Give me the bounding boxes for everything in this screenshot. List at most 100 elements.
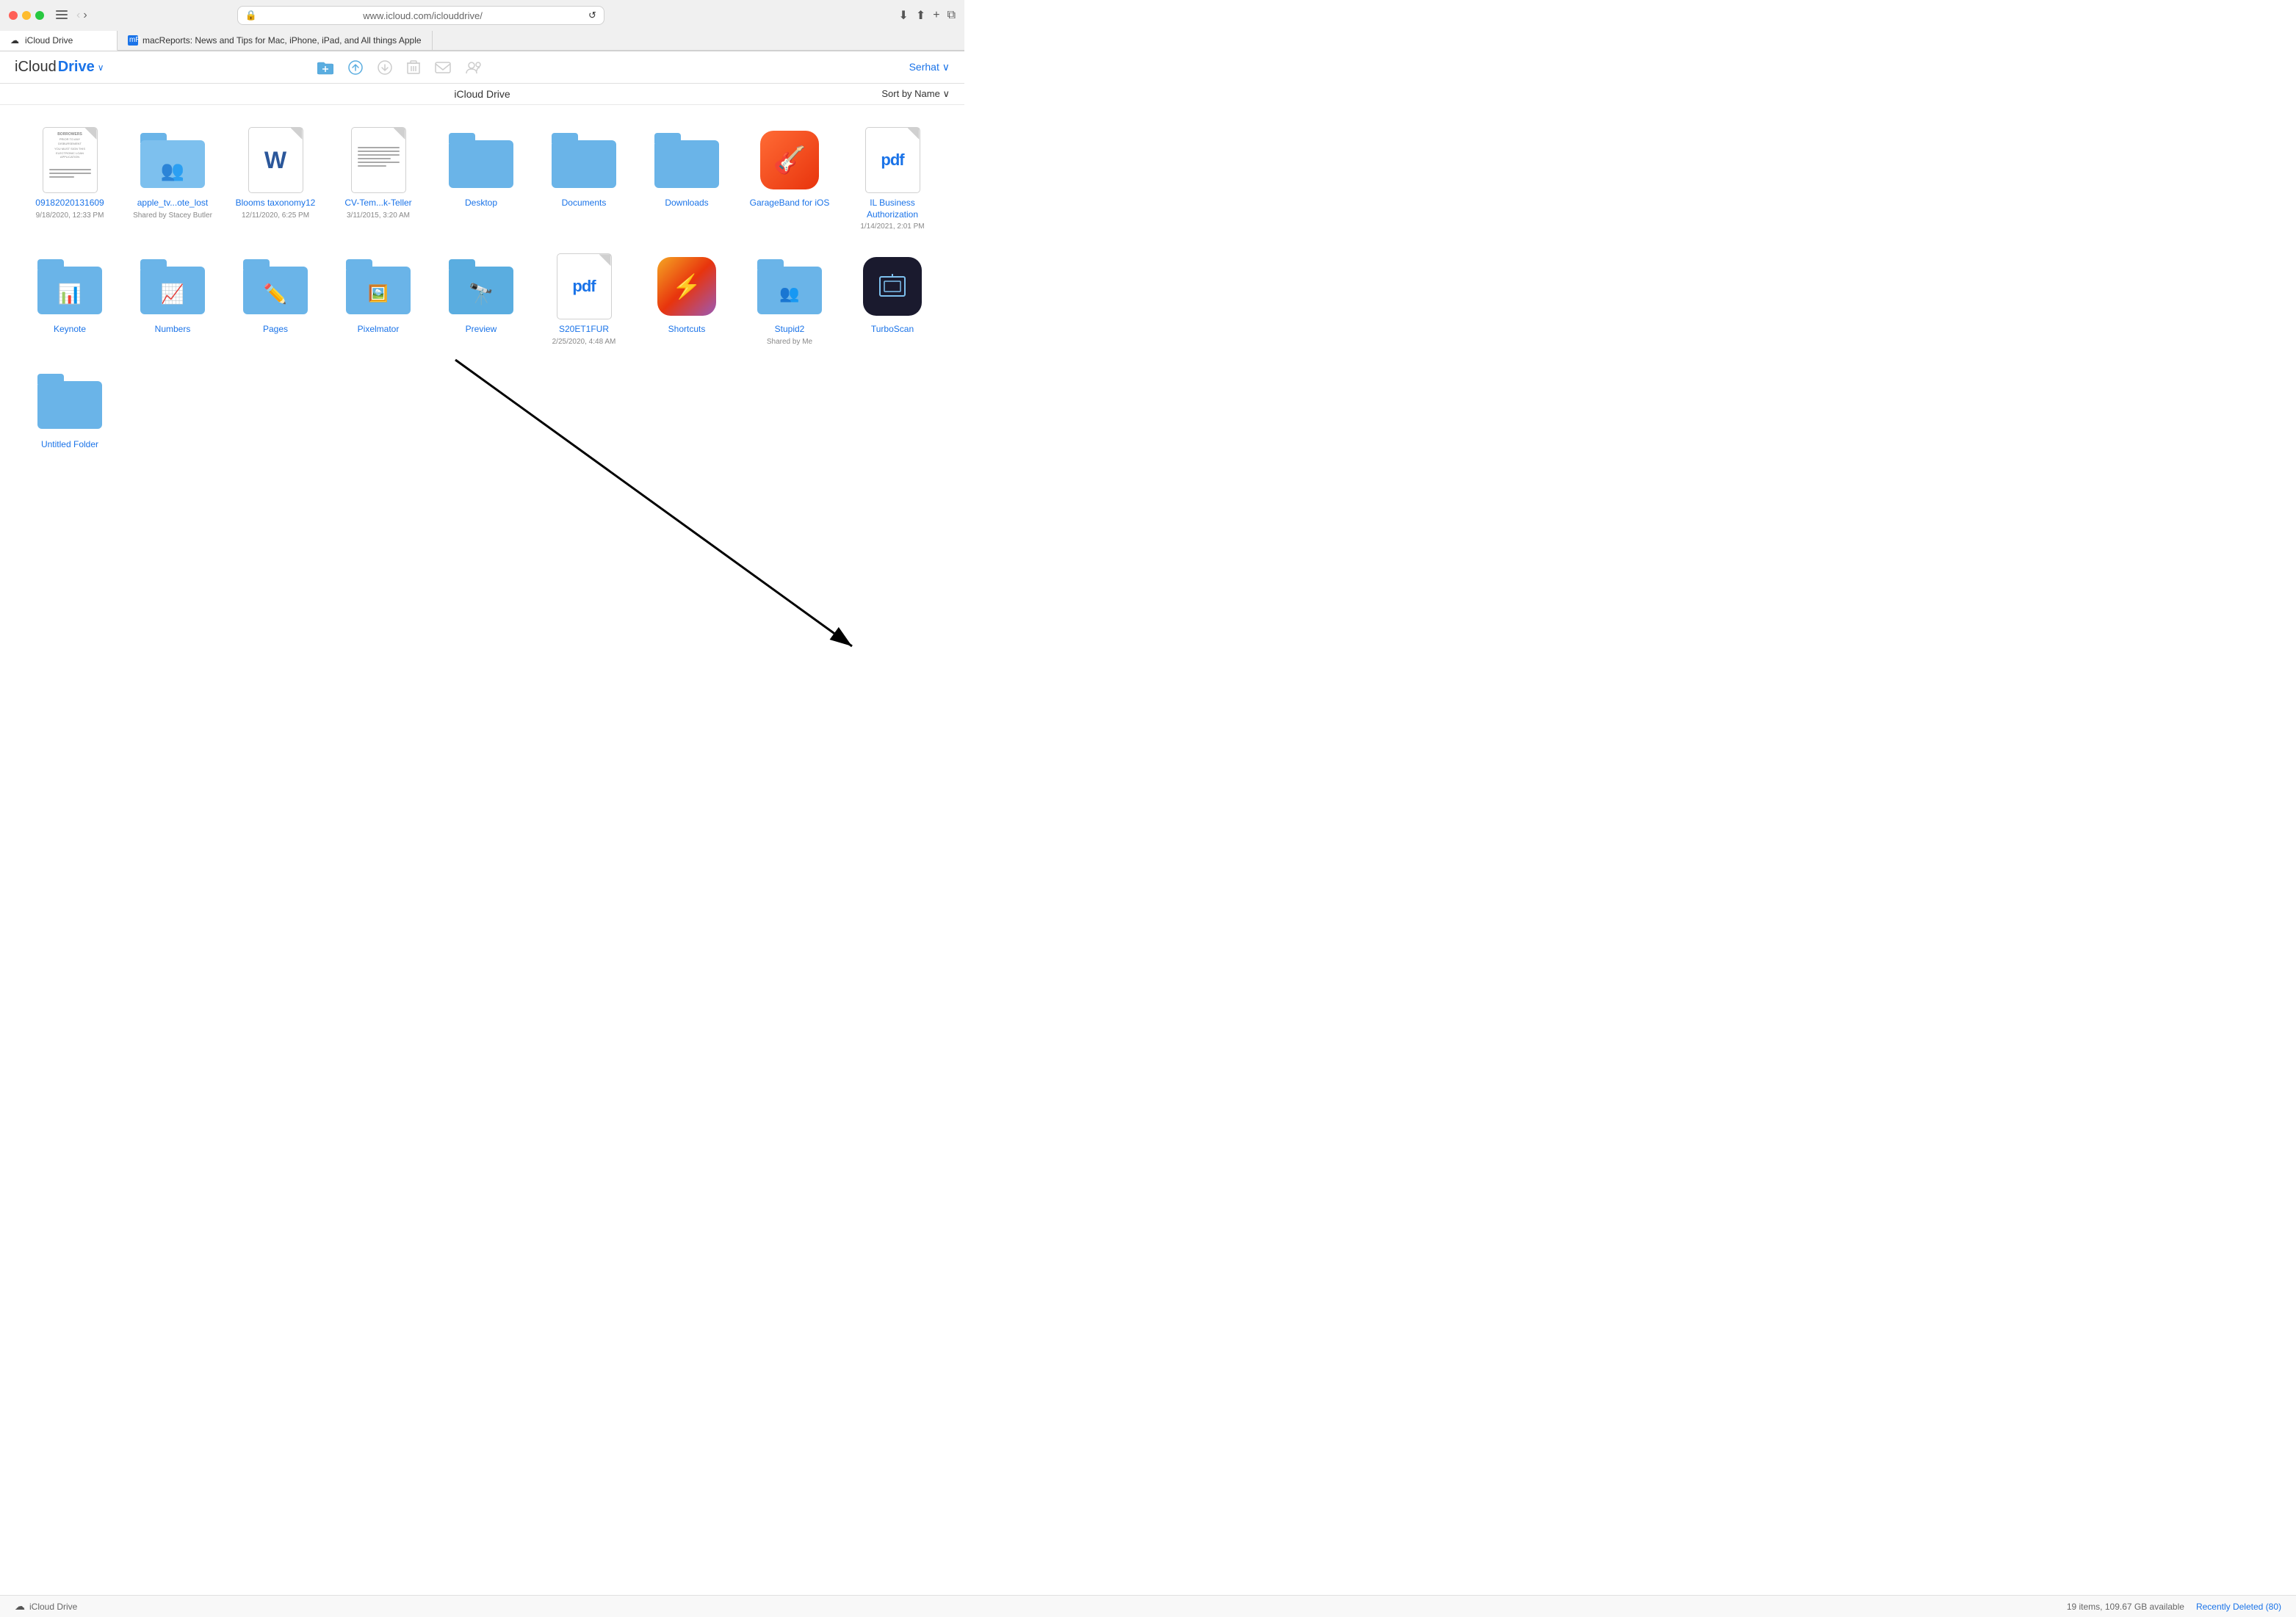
file-icon-area: [448, 127, 514, 193]
list-item[interactable]: Downloads: [639, 120, 734, 239]
browser-chrome: ‹ › 🔒 www.icloud.com/iclouddrive/ ↺ ⬇ ⬆ …: [0, 0, 964, 51]
file-icon-area: [654, 127, 720, 193]
file-icon-area: ⚡: [654, 253, 720, 319]
file-icon-area: pdf: [551, 253, 617, 319]
status-left: ☁ iCloud Drive: [15, 1600, 77, 1613]
subtitle-bar: iCloud Drive Sort by Name ∨: [0, 84, 964, 105]
forward-button[interactable]: ›: [83, 9, 87, 22]
tab-label-icloud: iCloud Drive: [25, 35, 73, 46]
file-icon-area: pdf: [859, 127, 925, 193]
sidebar-toggle-button[interactable]: [56, 10, 68, 21]
back-button[interactable]: ‹: [76, 9, 80, 22]
recently-deleted-button[interactable]: Recently Deleted (80): [2196, 1602, 2281, 1612]
document-icon: [351, 127, 406, 193]
list-item[interactable]: 👥 Stupid2 Shared by Me: [742, 246, 837, 354]
file-name: Numbers: [155, 324, 191, 336]
file-icon-area: [859, 253, 925, 319]
file-grid: BORROWERS PRIOR TO ANY DISBURSEMENT YOU …: [0, 105, 964, 472]
icloud-brand[interactable]: iCloud Drive ∨: [15, 59, 104, 76]
list-item[interactable]: pdf S20ET1FUR 2/25/2020, 4:48 AM: [536, 246, 632, 354]
file-meta: Shared by Me: [767, 337, 812, 347]
icloud-drive-app: iCloud Drive ∨ Serhat: [0, 51, 964, 472]
share-people-button[interactable]: [466, 61, 482, 74]
tab-label-macreports: macReports: News and Tips for Mac, iPhon…: [142, 35, 422, 46]
file-icon-area: [37, 369, 103, 435]
list-item[interactable]: Documents: [536, 120, 632, 239]
list-item[interactable]: 🔭 Preview: [433, 246, 529, 354]
page-title: iCloud Drive: [454, 88, 510, 100]
list-item[interactable]: Untitled Folder: [22, 361, 118, 458]
file-name: GarageBand for iOS: [750, 198, 830, 209]
share-button[interactable]: ⬆: [916, 8, 925, 23]
list-item[interactable]: W Blooms taxonomy12 12/11/2020, 6:25 PM: [228, 120, 323, 239]
status-bar: ☁ iCloud Drive 19 items, 109.67 GB avail…: [0, 1595, 2296, 1617]
url-text: www.icloud.com/iclouddrive/: [261, 10, 584, 21]
list-item[interactable]: CV-Tem...k-Teller 3/11/2015, 3:20 AM: [331, 120, 426, 239]
list-item[interactable]: 📊 Keynote: [22, 246, 118, 354]
fullscreen-button[interactable]: [35, 11, 44, 20]
tab-favicon-icloud: ☁: [10, 35, 21, 46]
list-item[interactable]: 👥 apple_tv...ote_lost Shared by Stacey B…: [125, 120, 220, 239]
icloud-toolbar: iCloud Drive ∨ Serhat: [0, 51, 964, 84]
brand-dropdown-arrow[interactable]: ∨: [98, 62, 104, 73]
word-doc-icon: W: [248, 127, 303, 193]
list-item[interactable]: BORROWERS PRIOR TO ANY DISBURSEMENT YOU …: [22, 120, 118, 239]
tab-icloud-drive[interactable]: ☁ iCloud Drive: [0, 31, 118, 51]
shortcuts-app-icon: ⚡: [657, 257, 716, 316]
list-item[interactable]: ⚡ Shortcuts: [639, 246, 734, 354]
folder-icon: 🖼️: [346, 259, 411, 314]
download-to-button[interactable]: [378, 60, 392, 75]
file-icon-area: [345, 127, 411, 193]
title-bar: ‹ › 🔒 www.icloud.com/iclouddrive/ ↺ ⬇ ⬆ …: [0, 0, 964, 31]
upload-button[interactable]: [348, 60, 363, 75]
list-item[interactable]: TurboScan: [845, 246, 940, 354]
sort-button[interactable]: Sort by Name ∨: [881, 88, 950, 100]
url-bar[interactable]: 🔒 www.icloud.com/iclouddrive/ ↺: [237, 6, 604, 25]
list-item[interactable]: ✏️ Pages: [228, 246, 323, 354]
file-name: IL Business Authorization: [851, 198, 934, 220]
file-icon-area: BORROWERS PRIOR TO ANY DISBURSEMENT YOU …: [37, 127, 103, 193]
file-name: Downloads: [665, 198, 708, 209]
list-item[interactable]: 🎸 GarageBand for iOS: [742, 120, 837, 239]
browser-actions: ⬇ ⬆ + ⧉: [898, 8, 956, 23]
file-icon-area: W: [242, 127, 308, 193]
file-meta: 2/25/2020, 4:48 AM: [552, 337, 616, 347]
list-item[interactable]: 🖼️ Pixelmator: [331, 246, 426, 354]
file-meta: Shared by Stacey Butler: [133, 211, 212, 220]
list-item[interactable]: Desktop: [433, 120, 529, 239]
file-name: Stupid2: [775, 324, 805, 336]
download-button[interactable]: ⬇: [898, 8, 908, 23]
file-name: Keynote: [54, 324, 86, 336]
file-name: CV-Tem...k-Teller: [344, 198, 411, 209]
file-icon-area: [551, 127, 617, 193]
new-folder-button[interactable]: [317, 60, 333, 75]
delete-button[interactable]: [407, 60, 420, 75]
folder-icon: 📊: [37, 259, 102, 314]
icloud-drive-label: iCloud Drive: [29, 1602, 77, 1612]
file-icon-area: 🖼️: [345, 253, 411, 319]
new-tab-button[interactable]: +: [933, 9, 939, 22]
file-name: apple_tv...ote_lost: [137, 198, 209, 209]
file-icon-area: ✏️: [242, 253, 308, 319]
lock-icon: 🔒: [245, 10, 257, 21]
minimize-button[interactable]: [22, 11, 31, 20]
file-name: Pixelmator: [358, 324, 400, 336]
icloud-word: iCloud: [15, 59, 57, 76]
user-account-button[interactable]: Serhat ∨: [909, 61, 950, 73]
tab-overview-button[interactable]: ⧉: [947, 9, 956, 22]
folder-icon: ✏️: [243, 259, 308, 314]
file-name: Desktop: [465, 198, 497, 209]
file-icon-area: 🎸: [757, 127, 823, 193]
file-meta: 3/11/2015, 3:20 AM: [347, 211, 410, 220]
folder-shared-icon: 👥: [140, 133, 205, 188]
close-button[interactable]: [9, 11, 18, 20]
list-item[interactable]: 📈 Numbers: [125, 246, 220, 354]
list-item[interactable]: pdf IL Business Authorization 1/14/2021,…: [845, 120, 940, 239]
mail-button[interactable]: [435, 62, 451, 73]
file-name: 09182020131609: [35, 198, 104, 209]
items-count: 19 items, 109.67 GB available: [2067, 1602, 2184, 1612]
toolbar-actions: [317, 60, 482, 75]
icloud-status-icon: ☁: [15, 1600, 25, 1613]
turboscan-app-icon: [863, 257, 922, 316]
tab-macreports[interactable]: mR macReports: News and Tips for Mac, iP…: [118, 31, 433, 50]
